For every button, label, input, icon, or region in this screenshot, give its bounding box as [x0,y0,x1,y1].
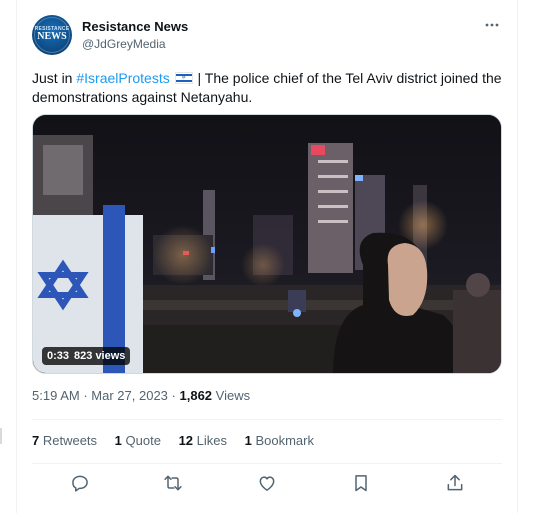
share-icon [447,474,463,491]
tweet-actions [32,465,502,501]
reply-icon [72,475,88,492]
video-views: 823 views [74,350,126,362]
avatar[interactable]: RESISTANCE NEWS [32,15,72,55]
quotes-count: 1 [114,433,122,448]
meta-separator: · [83,388,88,403]
avatar-logo-text-bottom: NEWS [37,31,67,42]
video-frame [33,115,501,373]
tweet-date[interactable]: Mar 27, 2023 [91,388,168,403]
israel-flag-icon: ✡ [174,72,193,84]
bookmark-icon [355,475,367,492]
tweet-header: RESISTANCE NEWS Resistance News @JdGreyM… [32,15,502,59]
tweet-time[interactable]: 5:19 AM [32,388,80,403]
tweet-stats: 7 Retweets 1 Quote 12 Likes 1 Bookmark [32,433,328,448]
bookmarks-count: 1 [244,433,252,448]
scroll-edge-marker [0,428,2,444]
reply-button[interactable] [68,471,92,495]
video-stats-badge: 0:33 823 views [42,347,131,365]
divider [32,419,502,420]
divider [32,463,502,464]
tweet-text-prefix: Just in [32,70,77,86]
views-count: 1,862 [179,388,213,403]
likes-count: 12 [178,433,194,448]
author-handle[interactable]: @JdGreyMedia [82,37,166,51]
tweet-detail: RESISTANCE NEWS Resistance News @JdGreyM… [17,0,517,513]
views-label: Views [212,388,251,403]
retweets-stat[interactable]: 7 Retweets [32,433,97,448]
share-button[interactable] [443,471,467,495]
hashtag-link[interactable]: #IsraelProtests [76,70,169,86]
like-icon [259,476,275,491]
quotes-stat[interactable]: 1 Quote [115,433,161,448]
video-player[interactable]: 0:33 823 views [32,114,502,374]
likes-label: Likes [193,433,227,448]
meta-separator: · [171,388,176,403]
tweet-meta: 5:19 AM · Mar 27, 2023 · 1,862 Views [32,388,250,403]
timeline-right-border [517,0,518,513]
bookmarks-stat[interactable]: 1 Bookmark [245,433,314,448]
like-button[interactable] [255,471,279,495]
more-options-icon[interactable] [482,15,502,35]
bookmark-button[interactable] [349,471,373,495]
retweet-icon [164,475,182,491]
bookmarks-label: Bookmark [251,433,314,448]
quotes-label: Quote [121,433,161,448]
tweet-text: Just in #IsraelProtests ✡ | The police c… [32,69,507,107]
retweets-label: Retweets [39,433,98,448]
more-dots-icon [485,23,499,27]
author-name[interactable]: Resistance News [82,19,188,34]
likes-stat[interactable]: 12 Likes [179,433,227,448]
video-duration: 0:33 [47,350,70,362]
retweet-button[interactable] [161,471,185,495]
